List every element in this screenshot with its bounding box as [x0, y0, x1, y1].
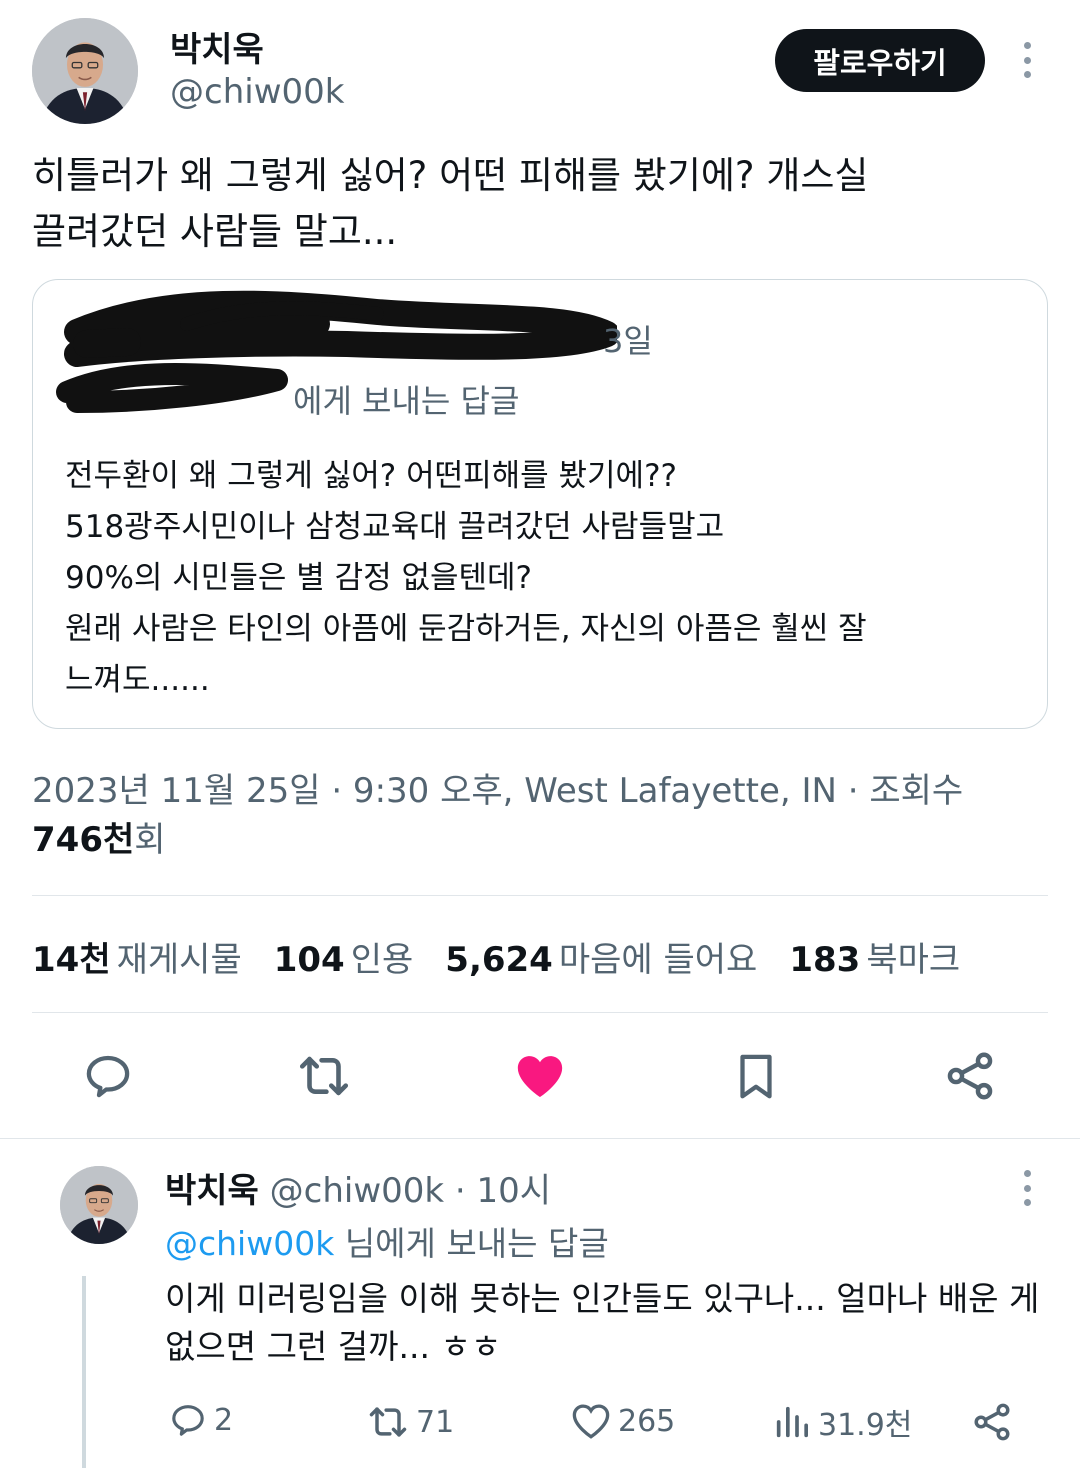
engagement-stats: 14천 재게시물 104 인용 5,624 마음에 들어요 183 북마크: [32, 932, 992, 981]
stat-count: 5,624: [445, 940, 553, 980]
retweet-icon[interactable]: [294, 1046, 354, 1106]
like-count: 265: [618, 1403, 676, 1439]
quote-reply-context: 에게 보내는 답글: [293, 382, 520, 420]
quote-text-line: 518광주시민이나 삼청교육대 끌려갔던 사람들말고: [65, 509, 725, 545]
divider: [32, 1012, 1048, 1013]
reply-mention-link[interactable]: @chiw00k: [165, 1224, 334, 1263]
tweet-text-line: 히틀러가 왜 그렇게 싫어? 어떤 피해를 봤기에? 개스실: [32, 154, 869, 197]
reply-author-avatar[interactable]: [60, 1166, 138, 1244]
quote-text: 전두환이 왜 그렇게 싫어? 어떤피해를 봤기에?? 518광주시민이나 삼청교…: [65, 451, 1025, 706]
tweet-meta: 2023년 11월 25일 · 9:30 오후, West Lafayette,…: [32, 771, 964, 811]
reply-like-button[interactable]: 265: [570, 1400, 675, 1442]
views-suffix: 회: [134, 820, 166, 860]
reply-icon[interactable]: [78, 1046, 138, 1106]
stat-label: 인용: [350, 940, 414, 980]
divider: [32, 895, 1048, 896]
share-icon: [974, 1403, 1010, 1441]
author-name[interactable]: 박치욱: [170, 22, 264, 71]
reply-share-button[interactable]: [970, 1400, 1020, 1444]
views-count: 31.9천: [818, 1408, 913, 1443]
retweet-count: 71: [416, 1404, 455, 1440]
section-divider: [0, 1138, 1080, 1139]
follow-button[interactable]: 팔로우하기: [775, 29, 985, 92]
reply-retweet-button[interactable]: 71: [366, 1400, 454, 1444]
quote-text-line: 90%의 시민들은 별 감정 없을텐데?: [65, 560, 533, 596]
quote-text-line: 원래 사람은 타인의 아픔에 둔감하거든, 자신의 아픔은 훨씬 잘: [65, 611, 867, 647]
reply-more-options-icon[interactable]: [1020, 1170, 1034, 1206]
stat-count: 14천: [32, 940, 111, 980]
share-icon[interactable]: [940, 1046, 1000, 1106]
stat-count: 183: [789, 940, 861, 980]
stat-likes[interactable]: 5,624 마음에 들어요: [445, 932, 757, 981]
reply-text-line: 이게 미러링임을 이해 못하는 인간들도 있구나... 얼마나 배운 게: [165, 1279, 1040, 1318]
stat-label: 재게시물: [116, 940, 242, 980]
tweet-text: 히틀러가 왜 그렇게 싫어? 어떤 피해를 봤기에? 개스실 끌려갔던 사람들 …: [32, 148, 1042, 260]
views-icon: [776, 1406, 808, 1438]
stat-count: 104: [273, 940, 345, 980]
thread-connector-line: [82, 1276, 86, 1468]
quote-timestamp: 3일: [603, 322, 653, 360]
quoted-tweet-card[interactable]: 3일 에게 보내는 답글 전두환이 왜 그렇게 싫어? 어떤피해를 봤기에?? …: [32, 279, 1048, 729]
views-number: 746천: [32, 820, 135, 860]
quote-text-line: 전두환이 왜 그렇게 싫어? 어떤피해를 봤기에??: [65, 458, 677, 494]
bookmark-icon[interactable]: [726, 1046, 786, 1106]
stat-label: 마음에 들어요: [558, 940, 758, 980]
views-count: 746천회: [32, 815, 166, 865]
quote-text-line: 느껴도......: [65, 662, 210, 698]
reply-context-suffix: 님에게 보내는 답글: [334, 1224, 609, 1263]
more-options-icon[interactable]: [1020, 42, 1034, 78]
reply-reply-button[interactable]: 2: [168, 1400, 233, 1440]
reply-header: 박치욱 @chiw00k · 10시: [165, 1163, 551, 1212]
reply-views-button[interactable]: 31.9천: [772, 1400, 912, 1444]
reply-count: 2: [214, 1402, 234, 1438]
stat-bookmarks[interactable]: 183 북마크: [789, 932, 960, 981]
reply-text: 이게 미러링임을 이해 못하는 인간들도 있구나... 얼마나 배운 게 없으면…: [165, 1275, 1045, 1371]
reply-icon: [172, 1405, 204, 1436]
author-avatar[interactable]: [32, 18, 138, 124]
reply-timestamp[interactable]: · 10시: [455, 1171, 551, 1211]
reply-author-name[interactable]: 박치욱: [165, 1171, 259, 1211]
reply-text-line: 없으면 그런 걸까... ㅎㅎ: [165, 1327, 502, 1366]
heart-filled-icon[interactable]: [510, 1046, 570, 1106]
stat-reposts[interactable]: 14천 재게시물: [32, 932, 242, 981]
stat-quotes[interactable]: 104 인용: [274, 932, 414, 981]
retweet-icon: [369, 1407, 407, 1437]
tweet-text-line: 끌려갔던 사람들 말고...: [32, 210, 398, 253]
reply-author-handle[interactable]: @chiw00k: [270, 1171, 444, 1211]
author-handle[interactable]: @chiw00k: [170, 72, 344, 112]
reply-context: @chiw00k 님에게 보내는 답글: [165, 1217, 609, 1265]
heart-icon: [572, 1404, 610, 1439]
stat-label: 북마크: [866, 940, 961, 980]
